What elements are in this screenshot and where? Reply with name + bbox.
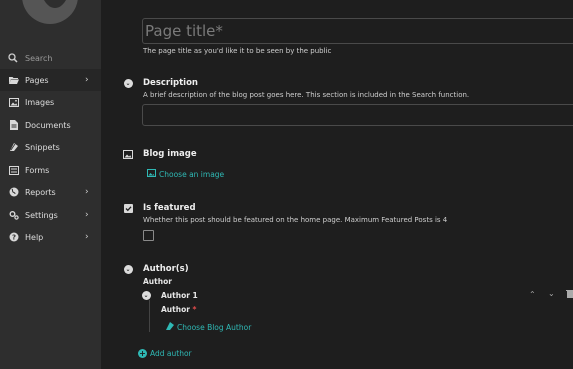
authors-label: Author(s) [143, 264, 189, 274]
image-icon [9, 97, 19, 107]
image-icon [123, 149, 133, 159]
sidebar-item-pages[interactable]: Pages › [0, 69, 101, 91]
search-input[interactable]: Search [25, 54, 52, 63]
sidebar-item-images[interactable]: Images [0, 91, 101, 113]
author-field-label: Author [143, 277, 172, 286]
snippet-icon [166, 322, 174, 332]
description-collapse-toggle[interactable]: ⌄ [123, 78, 133, 88]
checkbox-icon [123, 203, 133, 213]
chevron-right-icon: › [85, 232, 89, 242]
sidebar: Search Pages › Images Documents Snippets… [0, 0, 101, 369]
blog-image-label: Blog image [143, 149, 197, 159]
description-field[interactable] [142, 104, 573, 126]
chevron-right-icon: › [85, 75, 89, 85]
image-icon [147, 169, 156, 179]
choose-image-label: Choose an image [159, 169, 225, 179]
is-featured-label: Is featured [143, 203, 196, 213]
author-entry-divider [149, 300, 150, 332]
chevron-right-icon: › [85, 187, 89, 197]
author-1-collapse-toggle[interactable]: ⌄ [141, 290, 151, 300]
svg-text:?: ? [12, 234, 16, 242]
sidebar-item-forms[interactable]: Forms [0, 159, 101, 181]
choose-author-button[interactable]: Choose Blog Author [166, 322, 251, 332]
sidebar-item-label: Settings [25, 210, 58, 220]
sidebar-search[interactable]: Search [8, 51, 96, 65]
add-author-button[interactable]: + Add author [138, 349, 192, 358]
chevron-down-icon: ⌄ [123, 78, 133, 88]
globe-icon [9, 187, 19, 197]
required-mark: * [192, 305, 197, 314]
sidebar-item-reports[interactable]: Reports › [0, 181, 101, 203]
authors-collapse-toggle[interactable]: ⌄ [123, 264, 133, 274]
delete-icon[interactable] [566, 289, 573, 300]
sidebar-item-label: Pages [25, 75, 49, 85]
author-1-title: Author 1 [161, 291, 198, 300]
sidebar-item-label: Forms [25, 165, 50, 175]
author-entry-field-label-text: Author [161, 305, 190, 314]
chevron-down-icon: ⌄ [123, 264, 133, 274]
author-entry-field-label: Author * [161, 305, 196, 314]
description-help-text: A brief description of the blog post goe… [143, 91, 470, 99]
move-up-icon[interactable]: ⌃ [529, 290, 536, 299]
add-author-label: Add author [150, 349, 192, 358]
is-featured-checkbox[interactable] [143, 230, 154, 241]
form-icon [9, 165, 19, 175]
search-icon [8, 53, 18, 63]
title-help-text: The page title as you'd like it to be se… [143, 47, 332, 55]
page-title-field[interactable] [142, 18, 573, 44]
sidebar-item-documents[interactable]: Documents [0, 114, 101, 136]
page-title-input[interactable] [143, 19, 573, 43]
folder-open-icon [9, 75, 19, 85]
sidebar-item-label: Reports [25, 187, 56, 197]
choose-author-label: Choose Blog Author [177, 322, 252, 332]
choose-image-button[interactable]: Choose an image [147, 169, 224, 179]
description-label: Description [143, 78, 198, 88]
plus-icon: + [138, 349, 147, 358]
sidebar-item-snippets[interactable]: Snippets [0, 136, 101, 158]
sidebar-item-label: Documents [25, 120, 71, 130]
edit-form: The page title as you'd like it to be se… [101, 0, 573, 369]
cog-icon [9, 210, 19, 220]
chevron-down-icon: ⌄ [141, 290, 151, 300]
is-featured-help-text: Whether this post should be featured on … [143, 216, 448, 224]
logo[interactable] [22, 0, 78, 24]
help-icon: ? [9, 232, 19, 242]
sidebar-item-label: Snippets [25, 142, 60, 152]
move-down-icon[interactable]: ⌄ [548, 289, 555, 298]
sidebar-item-label: Help [25, 232, 44, 242]
document-icon [9, 120, 19, 130]
sidebar-item-settings[interactable]: Settings › [0, 204, 101, 226]
sidebar-item-help[interactable]: ? Help › [0, 226, 101, 248]
chevron-right-icon: › [85, 210, 89, 220]
snippet-icon [9, 142, 19, 152]
sidebar-item-label: Images [25, 97, 55, 107]
